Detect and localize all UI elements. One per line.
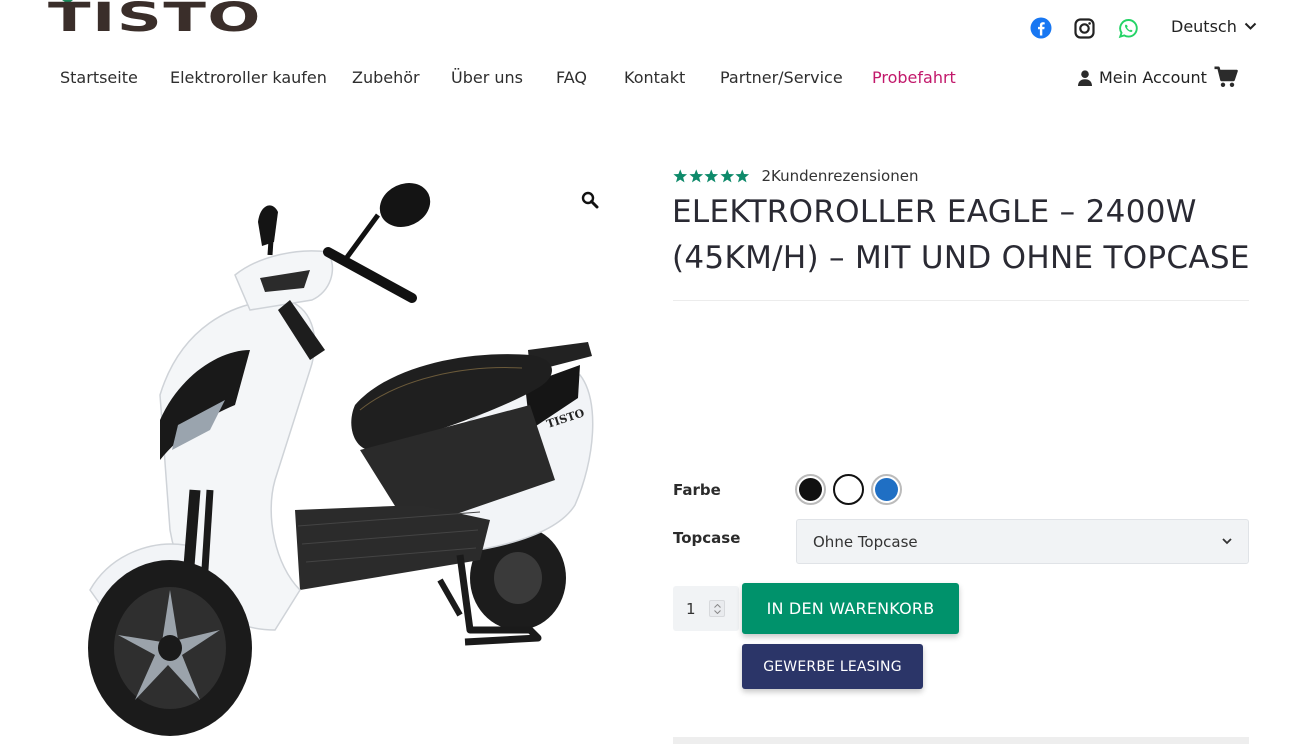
nav-item-faq[interactable]: FAQ [556,68,587,87]
color-swatch-blue[interactable] [871,474,902,505]
title-divider [673,300,1249,301]
magnifier-icon [581,191,599,209]
nav-item-ueber-uns[interactable]: Über uns [451,68,523,87]
reviews-link[interactable]: 2Kundenrezensionen [762,167,919,185]
chevron-down-icon [1244,22,1257,30]
add-to-cart-button[interactable]: IN DEN WARENKORB [742,583,959,634]
chevron-down-icon [1222,538,1232,545]
product-title-line-1: ELEKTROROLLER EAGLE – 2400W [672,194,1197,230]
business-leasing-button[interactable]: GEWERBE LEASING [742,644,923,689]
language-selector[interactable]: Deutsch [1171,17,1257,36]
topcase-label: Topcase [673,529,741,547]
account-link[interactable]: Mein Account [1078,68,1207,87]
whatsapp-link[interactable] [1118,15,1139,41]
whatsapp-icon [1118,18,1138,38]
nav-item-kontakt[interactable]: Kontakt [624,68,685,87]
nav-item-startseite[interactable]: Startseite [60,68,138,87]
zoom-button[interactable] [581,191,599,213]
star-rating [673,169,750,183]
quantity-stepper[interactable]: 1 [673,586,739,631]
nav-item-partner-service[interactable]: Partner/Service [720,68,843,87]
star-icon [673,169,688,183]
chevron-up-icon[interactable] [713,603,721,608]
instagram-icon [1074,17,1095,39]
language-label: Deutsch [1171,17,1237,36]
topcase-selected-value: Ohne Topcase [813,532,918,551]
product-image[interactable]: TISTO [60,160,620,744]
product-title-line-2: (45KM/H) – MIT UND OHNE TOPCASE [672,240,1250,276]
shopping-cart-icon [1214,66,1238,87]
user-icon [1078,69,1092,86]
star-icon [735,169,750,183]
chevron-down-icon[interactable] [713,609,721,614]
product-title: ELEKTROROLLER EAGLE – 2400W (45KM/H) – M… [672,189,1262,281]
instagram-link[interactable] [1074,15,1095,41]
cart-button[interactable] [1214,66,1238,92]
star-icon [704,169,719,183]
star-icon [688,169,703,183]
star-icon [719,169,734,183]
quantity-spinner[interactable] [709,600,725,617]
color-swatch-white[interactable] [833,474,864,505]
account-label: Mein Account [1099,68,1207,87]
scooter-illustration: TISTO [88,183,594,736]
color-label: Farbe [673,481,721,499]
color-swatch-black[interactable] [795,474,826,505]
section-divider [673,737,1249,744]
svg-text:TISTO: TISTO [48,0,262,38]
nav-item-elektroroller-kaufen[interactable]: Elektroroller kaufen [170,68,327,87]
tisto-logo[interactable]: TISTO [48,0,264,38]
product-rating: 2Kundenrezensionen [673,167,918,185]
facebook-icon [1030,17,1052,39]
quantity-value: 1 [686,599,696,618]
facebook-link[interactable] [1030,15,1052,41]
topcase-select[interactable]: Ohne Topcase [796,519,1249,564]
nav-item-probefahrt[interactable]: Probefahrt [872,68,956,87]
nav-item-zubehoer[interactable]: Zubehör [352,68,420,87]
